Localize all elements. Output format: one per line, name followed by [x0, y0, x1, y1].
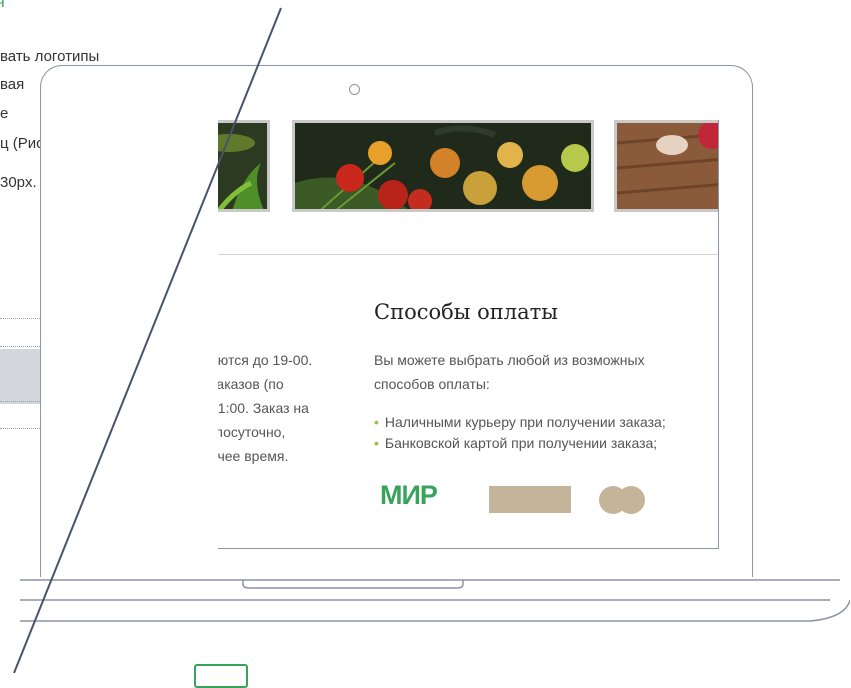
- green-outline-button[interactable]: [194, 664, 248, 688]
- diagonal-divider: [13, 7, 282, 673]
